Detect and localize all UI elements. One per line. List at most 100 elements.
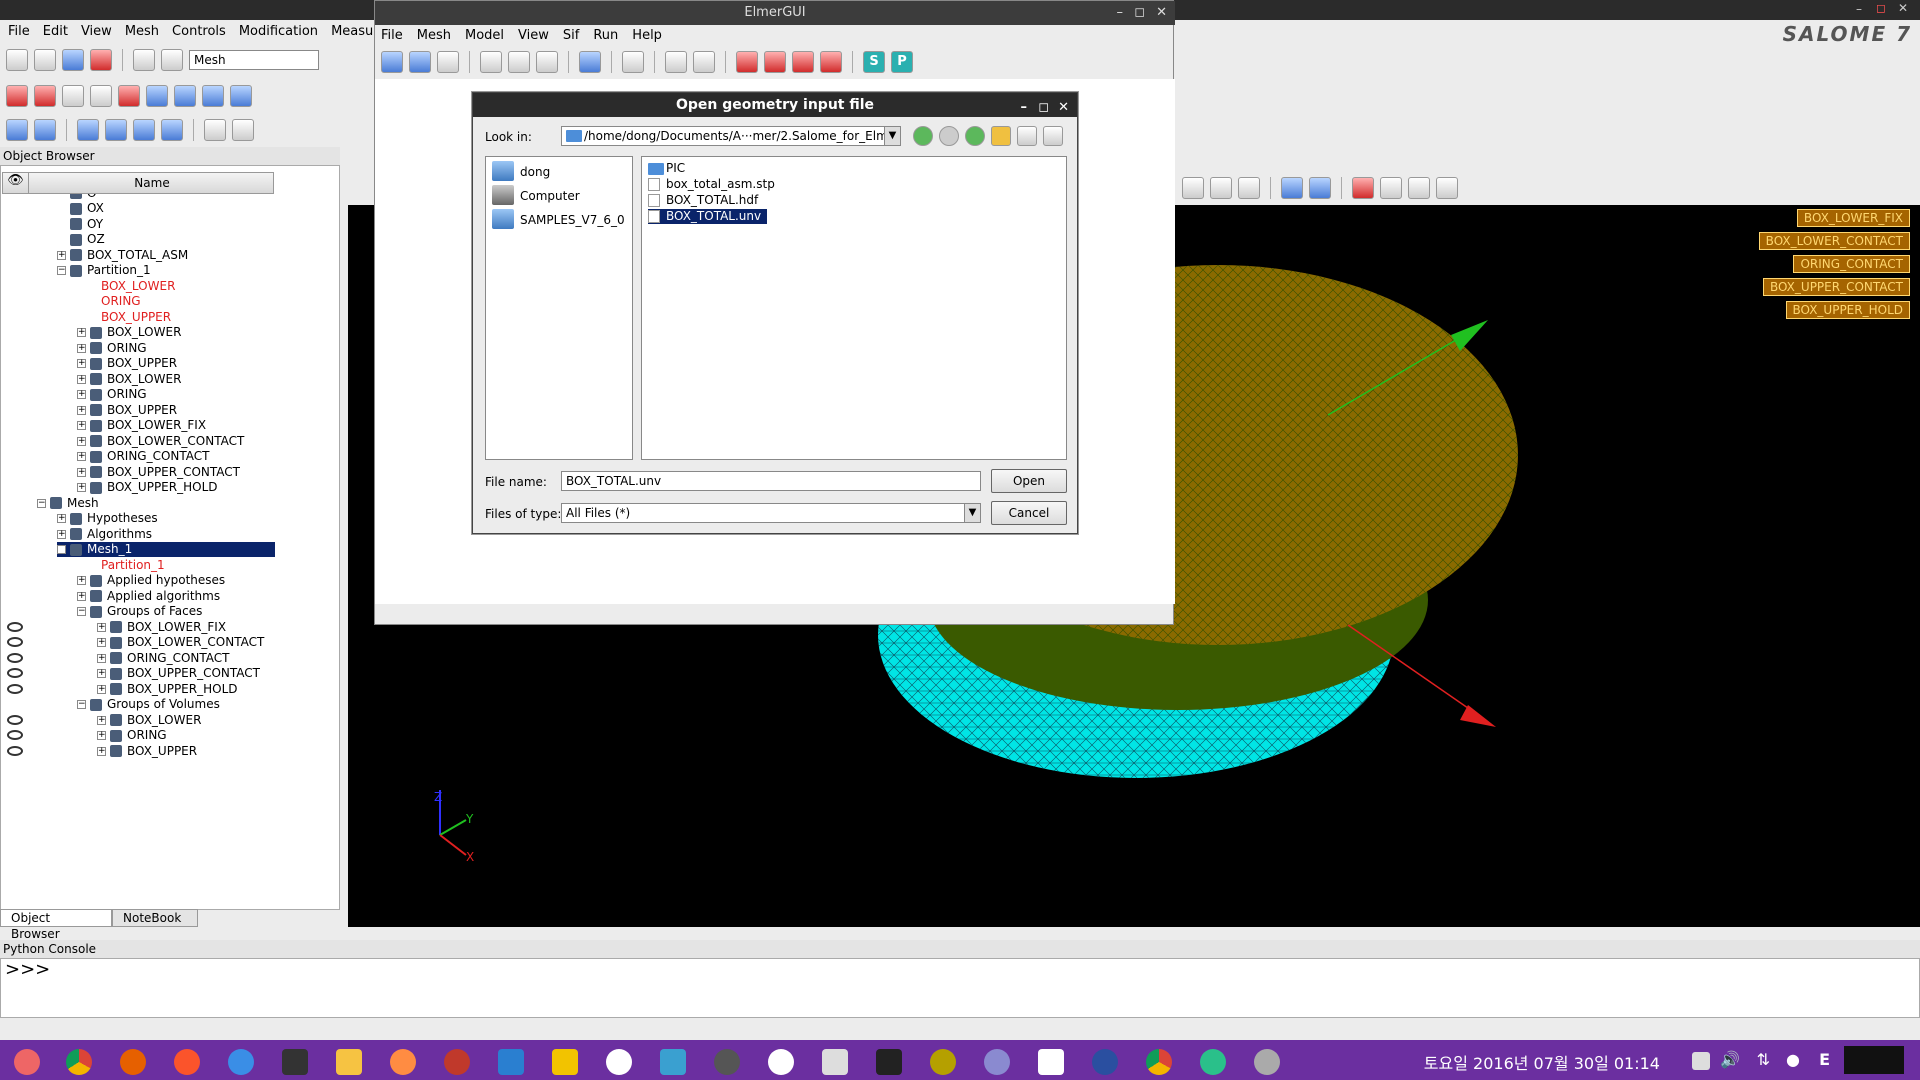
save-icon[interactable] <box>480 51 502 73</box>
tab-object-browser[interactable]: Object Browser <box>0 909 112 941</box>
stop-icon[interactable] <box>1436 177 1458 199</box>
close-document-icon[interactable] <box>90 49 112 71</box>
new-file-icon[interactable] <box>6 49 28 71</box>
mesh-edit-icon[interactable] <box>62 85 84 107</box>
expand-icon[interactable]: + <box>97 715 106 725</box>
minimize-icon[interactable]: – <box>1856 2 1862 16</box>
tree-item[interactable]: − Mesh <box>37 496 99 511</box>
save-as-icon[interactable] <box>508 51 530 73</box>
view-fit-icon[interactable] <box>1182 177 1204 199</box>
tray-icon[interactable]: ● <box>1786 1050 1800 1069</box>
tree-item[interactable]: + ORING_CONTACT <box>97 651 230 666</box>
start-paraview-icon[interactable]: P <box>891 51 913 73</box>
browser-icon[interactable] <box>228 1049 254 1075</box>
app-icon[interactable] <box>498 1049 524 1075</box>
system-monitor-icon[interactable] <box>1844 1046 1904 1074</box>
app-icon[interactable] <box>390 1049 416 1075</box>
tree-item[interactable]: + ORING <box>97 728 167 743</box>
network-icon[interactable]: ⇅ <box>1757 1050 1770 1069</box>
tree-item[interactable]: − Partition_1 <box>57 263 151 278</box>
divide-edge-icon[interactable] <box>792 51 814 73</box>
file-item-stp[interactable]: box_total_asm.stp <box>648 177 775 192</box>
app-icon[interactable] <box>1092 1049 1118 1075</box>
tree-item[interactable]: + BOX_UPPER_HOLD <box>97 682 238 697</box>
python-console[interactable]: >>> <box>0 958 1920 1018</box>
expand-icon[interactable]: + <box>57 529 66 539</box>
firefox-icon[interactable] <box>120 1049 146 1075</box>
tree-item[interactable]: ORING <box>77 294 141 309</box>
view-axes-icon[interactable] <box>1238 177 1260 199</box>
chrome-icon[interactable] <box>1146 1049 1172 1075</box>
expand-icon[interactable]: + <box>57 514 66 523</box>
elmer-menu-file[interactable]: File <box>381 28 403 43</box>
maximize-icon[interactable]: ◻ <box>1038 96 1049 120</box>
mesh-create-icon[interactable] <box>6 85 28 107</box>
expand-icon[interactable]: + <box>97 622 106 632</box>
elmer-menu-mesh[interactable]: Mesh <box>417 28 451 43</box>
measure-icon[interactable] <box>204 119 226 141</box>
tree-item[interactable]: + ORING <box>77 387 147 402</box>
gear-icon[interactable] <box>146 85 168 107</box>
elmer-menu-help[interactable]: Help <box>632 28 662 43</box>
tree-item[interactable]: − Groups of Volumes <box>77 697 220 712</box>
filter-icon[interactable] <box>34 119 56 141</box>
tree-item[interactable]: Partition_1 <box>77 558 165 573</box>
expand-icon[interactable]: + <box>77 576 86 585</box>
input-method-icon[interactable]: E <box>1819 1050 1830 1069</box>
play-icon[interactable] <box>1380 177 1402 199</box>
tree-item[interactable]: + ORING <box>77 341 147 356</box>
open-file-icon[interactable] <box>34 49 56 71</box>
place-item-computer[interactable]: Computer <box>492 185 580 207</box>
select-icon[interactable] <box>6 119 28 141</box>
app-icon[interactable] <box>552 1049 578 1075</box>
gear-icon[interactable] <box>230 85 252 107</box>
app-icon[interactable] <box>984 1049 1010 1075</box>
expand-icon[interactable]: + <box>77 483 86 492</box>
app-icon[interactable] <box>714 1049 740 1075</box>
tree-item[interactable]: + BOX_UPPER_HOLD <box>77 480 218 495</box>
expand-icon[interactable]: + <box>77 359 86 368</box>
wand-icon[interactable] <box>665 51 687 73</box>
expand-icon[interactable]: + <box>77 591 86 601</box>
menu-modification[interactable]: Modification <box>239 24 318 39</box>
close-icon[interactable]: ✕ <box>1898 1 1908 15</box>
mesh-export-icon[interactable] <box>90 85 112 107</box>
elmer-menu-model[interactable]: Model <box>465 28 504 43</box>
collapse-icon[interactable]: − <box>77 700 86 709</box>
tree-item[interactable]: − Groups of Faces <box>77 604 202 619</box>
look-in-combo[interactable]: /home/dong/Documents/A···mer/2.Salome_fo… <box>561 126 901 146</box>
visibility-eye-icon[interactable] <box>7 668 23 678</box>
expand-icon[interactable]: + <box>97 731 106 740</box>
close-icon[interactable]: ✕ <box>1156 1 1167 25</box>
menu-view[interactable]: View <box>81 24 112 39</box>
tree-item[interactable]: + BOX_LOWER <box>77 325 181 340</box>
place-item-home[interactable]: dong <box>492 161 550 183</box>
tree-item[interactable]: + Applied algorithms <box>77 589 220 604</box>
app-icon[interactable] <box>768 1049 794 1075</box>
expand-icon[interactable]: + <box>77 343 86 353</box>
collapse-icon[interactable]: − <box>37 498 46 508</box>
expand-icon[interactable]: + <box>97 669 106 678</box>
expand-icon[interactable]: + <box>77 452 86 461</box>
name-column-header[interactable]: Name <box>29 173 275 193</box>
file-item-hdf[interactable]: BOX_TOTAL.hdf <box>648 193 758 208</box>
file-name-input[interactable]: BOX_TOTAL.unv <box>561 471 981 491</box>
tree-item[interactable]: − Mesh_1 <box>57 542 275 557</box>
expand-icon[interactable]: + <box>97 684 106 694</box>
tree-item[interactable]: BOX_UPPER <box>77 310 171 325</box>
tree-item[interactable]: OY <box>57 217 103 232</box>
place-item-samples[interactable]: SAMPLES_V7_6_0 <box>492 209 625 231</box>
close-icon[interactable]: ✕ <box>1058 96 1069 120</box>
tree-item[interactable]: + BOX_UPPER_CONTACT <box>97 666 260 681</box>
app-icon[interactable] <box>444 1049 470 1075</box>
volume-icon[interactable]: 🔊 <box>1720 1050 1740 1069</box>
visibility-eye-icon[interactable] <box>7 652 23 663</box>
expand-icon[interactable]: + <box>77 421 86 430</box>
expand-icon[interactable]: + <box>77 390 86 399</box>
save-icon[interactable] <box>62 49 84 71</box>
elmer-menu-sif[interactable]: Sif <box>563 28 579 43</box>
tree-item[interactable]: + Hypotheses <box>57 511 158 526</box>
files-icon[interactable] <box>336 1049 362 1075</box>
mesh-compute-icon[interactable] <box>118 85 140 107</box>
app-icon[interactable] <box>1254 1049 1280 1075</box>
